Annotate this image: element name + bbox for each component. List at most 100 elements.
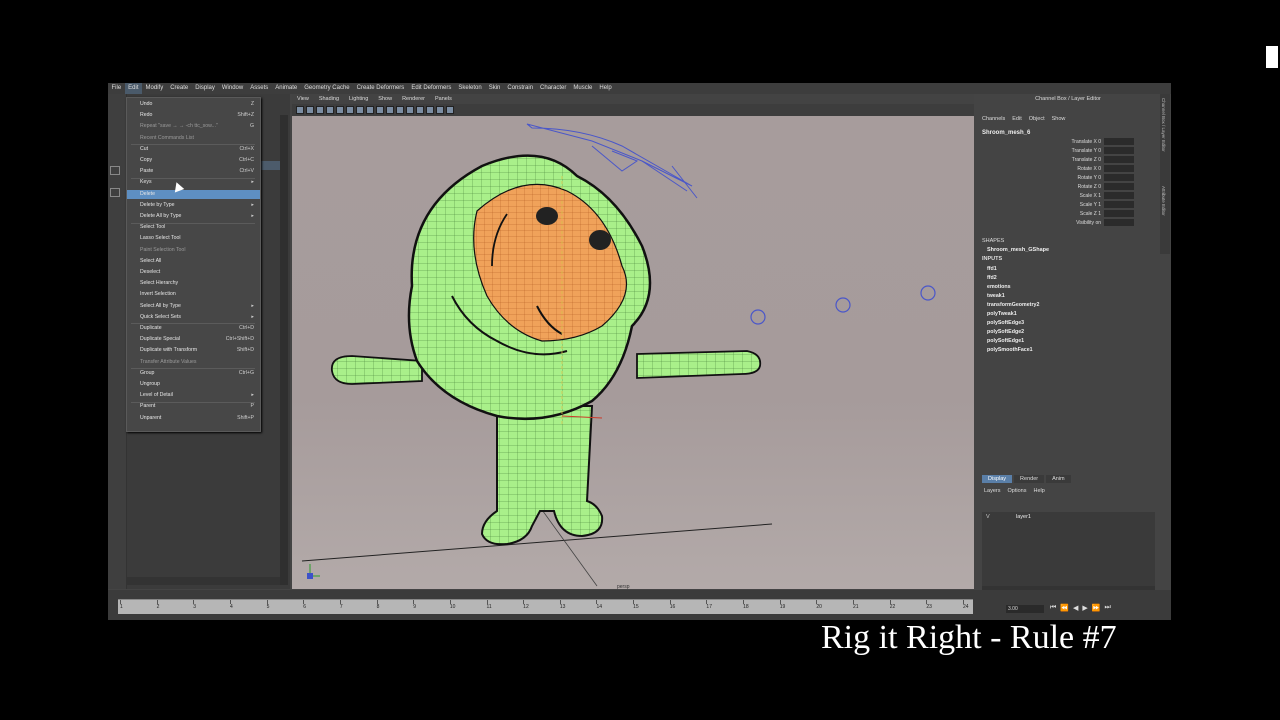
- attr-rotate-x[interactable]: Rotate X 0: [1038, 165, 1134, 174]
- current-time-field[interactable]: 3.00: [1006, 605, 1044, 613]
- menu-skin[interactable]: Skin: [485, 83, 504, 94]
- edit-menu-item[interactable]: Group Ctrl+G: [140, 369, 258, 378]
- resolution-gate-icon[interactable]: [356, 106, 364, 114]
- xray-icon[interactable]: [436, 106, 444, 114]
- step-forward-icon[interactable]: ⏩: [1092, 604, 1101, 612]
- edit-menu-item[interactable]: Redo Shift+Z: [140, 111, 258, 120]
- smooth-shade-icon[interactable]: [376, 106, 384, 114]
- tab-attribute-editor[interactable]: Attribute Editor: [1161, 186, 1166, 216]
- menu-window[interactable]: Window: [218, 83, 246, 94]
- layer-menu-options[interactable]: Options: [1008, 488, 1027, 494]
- perspective-viewport[interactable]: View Shading Lighting Show Renderer Pane…: [292, 94, 974, 590]
- input-node[interactable]: polyTweak1: [987, 310, 1017, 319]
- edit-menu-item[interactable]: Repeat "save → → -ch ttc_sow..." G: [140, 122, 258, 131]
- input-node[interactable]: tweak1: [987, 292, 1005, 301]
- attr-value[interactable]: 0: [1098, 139, 1101, 145]
- edit-menu-item[interactable]: Parent P: [140, 402, 258, 411]
- edit-menu-item[interactable]: Invert Selection: [140, 290, 258, 299]
- menu-create[interactable]: Create: [167, 83, 192, 94]
- attr-value[interactable]: 1: [1098, 211, 1101, 217]
- attr-field[interactable]: [1104, 174, 1134, 182]
- attr-translate-z[interactable]: Translate Z 0: [1038, 156, 1134, 165]
- attr-scale-x[interactable]: Scale X 1: [1038, 192, 1134, 201]
- edit-menu-item[interactable]: Quick Select Sets ▸: [140, 313, 258, 322]
- input-node[interactable]: ffd2: [987, 274, 997, 283]
- viewport-menu-lighting[interactable]: Lighting: [344, 96, 373, 102]
- input-node[interactable]: polySoftEdge3: [987, 319, 1024, 328]
- attr-rotate-y[interactable]: Rotate Y 0: [1038, 174, 1134, 183]
- attr-value[interactable]: 0: [1098, 166, 1101, 172]
- menu-muscle[interactable]: Muscle: [570, 83, 596, 94]
- attr-scale-y[interactable]: Scale Y 1: [1038, 201, 1134, 210]
- edit-menu-item[interactable]: Select All by Type ▸: [140, 302, 258, 311]
- edit-menu-item[interactable]: Deselect: [140, 268, 258, 277]
- menu-edit-deformers[interactable]: Edit Deformers: [408, 83, 455, 94]
- input-node[interactable]: emotions: [987, 283, 1011, 292]
- time-ruler[interactable]: 1 2 3 4 5 6 7 8 9 10 11 12 13 14 15 16 17 18 19 20 21 22 23 24: [118, 599, 973, 614]
- input-node[interactable]: polySoftEdge2: [987, 328, 1024, 337]
- cb-menu-edit[interactable]: Edit: [1012, 116, 1021, 122]
- lights-icon[interactable]: [406, 106, 414, 114]
- edit-menu-item[interactable]: Transfer Attribute Values: [140, 358, 258, 367]
- attr-visibility[interactable]: Visibility on: [1038, 219, 1134, 228]
- cb-menu-show[interactable]: Show: [1052, 116, 1066, 122]
- edit-menu-item[interactable]: Unparent Shift+P: [140, 414, 258, 423]
- edit-menu-item[interactable]: Paste Ctrl+V: [140, 167, 258, 176]
- go-to-start-icon[interactable]: ⏮: [1050, 604, 1056, 612]
- menu-character[interactable]: Character: [537, 83, 570, 94]
- menu-geometry-cache[interactable]: Geometry Cache: [301, 83, 353, 94]
- go-to-end-icon[interactable]: ⏭: [1105, 604, 1111, 612]
- cb-menu-object[interactable]: Object: [1029, 116, 1045, 122]
- menu-create-deformers[interactable]: Create Deformers: [353, 83, 408, 94]
- bookmark-icon[interactable]: [316, 106, 324, 114]
- edit-menu-item[interactable]: Paint Selection Tool: [140, 246, 258, 255]
- wireframe-on-shaded-icon[interactable]: [386, 106, 394, 114]
- attr-field[interactable]: [1104, 138, 1134, 146]
- edit-menu-item[interactable]: Select Tool: [140, 223, 258, 232]
- edit-menu-item[interactable]: Copy Ctrl+C: [140, 156, 258, 165]
- camera-icon[interactable]: [296, 106, 304, 114]
- attr-value[interactable]: 0: [1098, 184, 1101, 190]
- tab-display[interactable]: Display: [982, 475, 1013, 483]
- wireframe-icon[interactable]: [366, 106, 374, 114]
- input-node[interactable]: ffd1: [987, 265, 997, 274]
- attr-value[interactable]: 0: [1098, 157, 1101, 163]
- menu-file[interactable]: File: [108, 83, 125, 94]
- input-node[interactable]: transformGeometry2: [987, 301, 1039, 310]
- grid-icon[interactable]: [336, 106, 344, 114]
- outliner-hscrollbar[interactable]: [126, 577, 280, 585]
- edit-menu-item[interactable]: Recent Commands List: [140, 134, 258, 143]
- node-name[interactable]: Shroom_mesh_6: [982, 130, 1030, 136]
- attr-value[interactable]: 0: [1098, 175, 1101, 181]
- play-forward-icon[interactable]: ▶: [1082, 604, 1087, 612]
- camera-attributes-icon[interactable]: [306, 106, 314, 114]
- edit-menu-item[interactable]: Undo Z: [140, 100, 258, 109]
- attr-translate-x[interactable]: Translate X 0: [1038, 138, 1134, 147]
- edit-menu-item[interactable]: Duplicate Ctrl+D: [140, 324, 258, 333]
- input-node[interactable]: polySoftEdge1: [987, 337, 1024, 346]
- viewport-menu-panels[interactable]: Panels: [430, 96, 457, 102]
- tab-channel-box[interactable]: Channel Box / Layer Editor: [1161, 98, 1166, 152]
- menu-assets[interactable]: Assets: [247, 83, 272, 94]
- menu-edit[interactable]: Edit: [124, 83, 143, 94]
- layer-visibility-toggle[interactable]: V: [986, 514, 990, 520]
- attr-rotate-z[interactable]: Rotate Z 0: [1038, 183, 1134, 192]
- layer-row[interactable]: V layer1: [982, 514, 1155, 523]
- attr-field[interactable]: [1104, 165, 1134, 173]
- edit-menu-item[interactable]: Level of Detail ▸: [140, 391, 258, 400]
- viewport-menu-shading[interactable]: Shading: [314, 96, 344, 102]
- attr-value[interactable]: 1: [1098, 193, 1101, 199]
- cb-menu-channels[interactable]: Channels: [982, 116, 1005, 122]
- attr-value[interactable]: 1: [1098, 202, 1101, 208]
- textured-icon[interactable]: [396, 106, 404, 114]
- menu-modify[interactable]: Modify: [142, 83, 167, 94]
- edit-menu-item[interactable]: Delete by Type ▸: [140, 201, 258, 210]
- edit-menu-item[interactable]: Duplicate Special Ctrl+Shift+D: [140, 335, 258, 344]
- edit-menu-item[interactable]: Keys ▸: [140, 178, 258, 187]
- viewport-menu-renderer[interactable]: Renderer: [397, 96, 430, 102]
- step-back-icon[interactable]: ⏪: [1060, 604, 1069, 612]
- isolate-select-icon[interactable]: [426, 106, 434, 114]
- shape-node[interactable]: Shroom_mesh_GShape: [987, 247, 1049, 253]
- edit-menu-item[interactable]: Delete All by Type ▸: [140, 212, 258, 221]
- shadows-icon[interactable]: [416, 106, 424, 114]
